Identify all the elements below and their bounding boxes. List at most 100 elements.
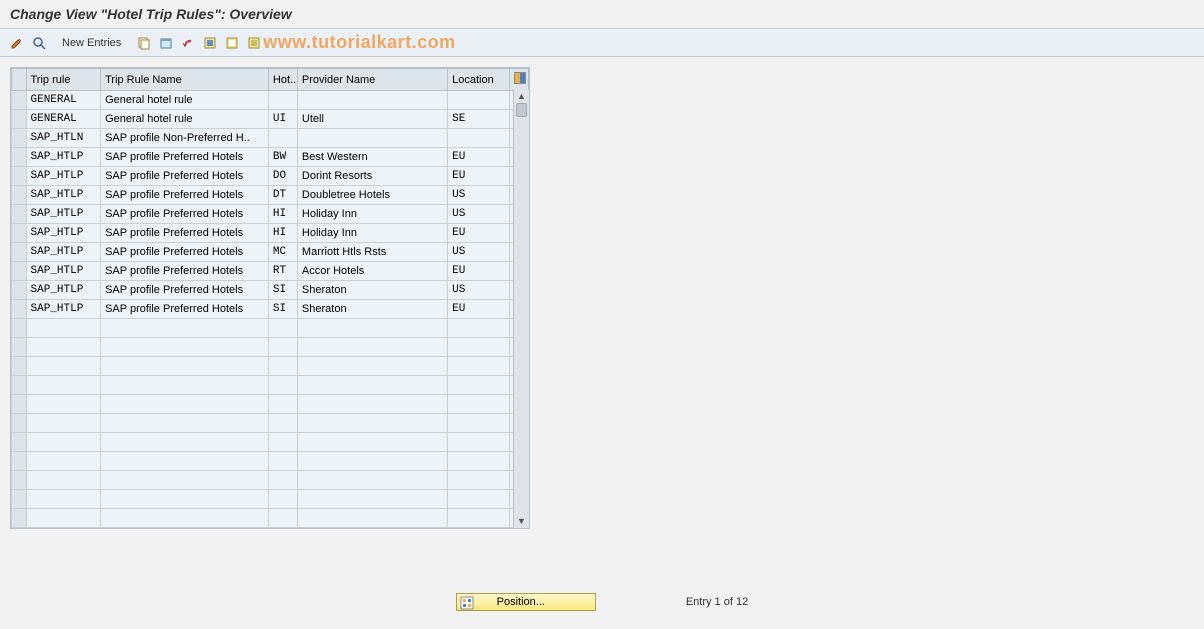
cell-location[interactable]: EU xyxy=(448,167,510,186)
cell-empty[interactable] xyxy=(448,509,510,528)
cell-trip-rule-name[interactable]: SAP profile Non-Preferred H.. xyxy=(101,129,269,148)
cell-provider-name[interactable]: Marriott Htls Rsts xyxy=(297,243,447,262)
cell-empty[interactable] xyxy=(268,433,297,452)
table-settings-icon[interactable] xyxy=(514,72,526,84)
table-row-empty[interactable] xyxy=(12,319,529,338)
cell-hot[interactable] xyxy=(268,129,297,148)
cell-empty[interactable] xyxy=(26,395,101,414)
cell-empty[interactable] xyxy=(101,338,269,357)
scroll-track[interactable] xyxy=(514,101,529,516)
cell-trip-rule-name[interactable]: SAP profile Preferred Hotels xyxy=(101,281,269,300)
row-selector[interactable] xyxy=(12,243,27,262)
cell-trip-rule-name[interactable]: SAP profile Preferred Hotels xyxy=(101,167,269,186)
cell-provider-name[interactable]: Holiday Inn xyxy=(297,205,447,224)
row-selector[interactable] xyxy=(12,205,27,224)
cell-empty[interactable] xyxy=(448,338,510,357)
row-selector[interactable] xyxy=(12,452,27,471)
row-selector[interactable] xyxy=(12,433,27,452)
table-row[interactable]: GENERALGeneral hotel rule xyxy=(12,91,529,110)
cell-empty[interactable] xyxy=(268,414,297,433)
table-row[interactable]: SAP_HTLPSAP profile Preferred HotelsBWBe… xyxy=(12,148,529,167)
cell-trip-rule-name[interactable]: General hotel rule xyxy=(101,91,269,110)
cell-trip-rule-name[interactable]: SAP profile Preferred Hotels xyxy=(101,148,269,167)
cell-empty[interactable] xyxy=(101,319,269,338)
column-header-location[interactable]: Location xyxy=(448,69,510,91)
cell-hot[interactable]: SI xyxy=(268,281,297,300)
cell-empty[interactable] xyxy=(26,338,101,357)
row-selector[interactable] xyxy=(12,319,27,338)
cell-empty[interactable] xyxy=(268,319,297,338)
cell-trip-rule[interactable]: GENERAL xyxy=(26,91,101,110)
table-row[interactable]: SAP_HTLPSAP profile Preferred HotelsDTDo… xyxy=(12,186,529,205)
row-selector[interactable] xyxy=(12,414,27,433)
cell-location[interactable]: US xyxy=(448,186,510,205)
cell-empty[interactable] xyxy=(26,414,101,433)
cell-location[interactable] xyxy=(448,129,510,148)
cell-trip-rule[interactable]: SAP_HTLP xyxy=(26,243,101,262)
row-selector[interactable] xyxy=(12,186,27,205)
cell-empty[interactable] xyxy=(26,490,101,509)
cell-trip-rule-name[interactable]: SAP profile Preferred Hotels xyxy=(101,243,269,262)
cell-hot[interactable]: DO xyxy=(268,167,297,186)
scroll-thumb[interactable] xyxy=(516,103,527,117)
cell-location[interactable]: US xyxy=(448,243,510,262)
cell-trip-rule[interactable]: SAP_HTLP xyxy=(26,186,101,205)
cell-location[interactable]: US xyxy=(448,205,510,224)
cell-empty[interactable] xyxy=(26,376,101,395)
new-entries-button[interactable]: New Entries xyxy=(58,35,125,51)
cell-empty[interactable] xyxy=(448,433,510,452)
cell-location[interactable]: EU xyxy=(448,148,510,167)
row-selector[interactable] xyxy=(12,148,27,167)
cell-empty[interactable] xyxy=(101,471,269,490)
cell-empty[interactable] xyxy=(297,414,447,433)
cell-location[interactable]: EU xyxy=(448,262,510,281)
cell-provider-name[interactable] xyxy=(297,91,447,110)
cell-empty[interactable] xyxy=(268,509,297,528)
row-selector[interactable] xyxy=(12,281,27,300)
cell-empty[interactable] xyxy=(297,319,447,338)
row-selector[interactable] xyxy=(12,91,27,110)
column-header-trip-rule-name[interactable]: Trip Rule Name xyxy=(101,69,269,91)
row-selector[interactable] xyxy=(12,167,27,186)
cell-trip-rule[interactable]: SAP_HTLP xyxy=(26,167,101,186)
details-icon[interactable] xyxy=(30,34,48,52)
cell-empty[interactable] xyxy=(268,471,297,490)
table-row-empty[interactable] xyxy=(12,376,529,395)
cell-empty[interactable] xyxy=(101,452,269,471)
table-row[interactable]: SAP_HTLPSAP profile Preferred HotelsSISh… xyxy=(12,300,529,319)
cell-trip-rule-name[interactable]: SAP profile Preferred Hotels xyxy=(101,205,269,224)
cell-empty[interactable] xyxy=(297,395,447,414)
column-header-trip-rule[interactable]: Trip rule xyxy=(26,69,101,91)
cell-empty[interactable] xyxy=(268,490,297,509)
row-selector[interactable] xyxy=(12,262,27,281)
table-row[interactable]: SAP_HTLPSAP profile Preferred HotelsRTAc… xyxy=(12,262,529,281)
cell-trip-rule[interactable]: SAP_HTLP xyxy=(26,281,101,300)
row-selector[interactable] xyxy=(12,110,27,129)
cell-trip-rule-name[interactable]: SAP profile Preferred Hotels xyxy=(101,262,269,281)
cell-empty[interactable] xyxy=(101,414,269,433)
cell-provider-name[interactable]: Utell xyxy=(297,110,447,129)
cell-empty[interactable] xyxy=(268,376,297,395)
table-row-empty[interactable] xyxy=(12,490,529,509)
cell-empty[interactable] xyxy=(101,509,269,528)
cell-location[interactable]: EU xyxy=(448,224,510,243)
cell-provider-name[interactable]: Dorint Resorts xyxy=(297,167,447,186)
table-row[interactable]: SAP_HTLPSAP profile Preferred HotelsHIHo… xyxy=(12,224,529,243)
cell-empty[interactable] xyxy=(448,490,510,509)
cell-empty[interactable] xyxy=(101,376,269,395)
print-layout-icon[interactable] xyxy=(245,34,263,52)
cell-empty[interactable] xyxy=(101,395,269,414)
select-all-icon[interactable] xyxy=(201,34,219,52)
column-header-hot[interactable]: Hot... xyxy=(268,69,297,91)
cell-empty[interactable] xyxy=(26,357,101,376)
row-selector[interactable] xyxy=(12,357,27,376)
cell-empty[interactable] xyxy=(268,357,297,376)
cell-hot[interactable]: RT xyxy=(268,262,297,281)
cell-empty[interactable] xyxy=(26,509,101,528)
table-row-empty[interactable] xyxy=(12,509,529,528)
table-row[interactable]: SAP_HTLNSAP profile Non-Preferred H.. xyxy=(12,129,529,148)
cell-provider-name[interactable]: Doubletree Hotels xyxy=(297,186,447,205)
scroll-up-arrow[interactable]: ▲ xyxy=(514,91,529,101)
cell-hot[interactable]: DT xyxy=(268,186,297,205)
undo-icon[interactable] xyxy=(179,34,197,52)
